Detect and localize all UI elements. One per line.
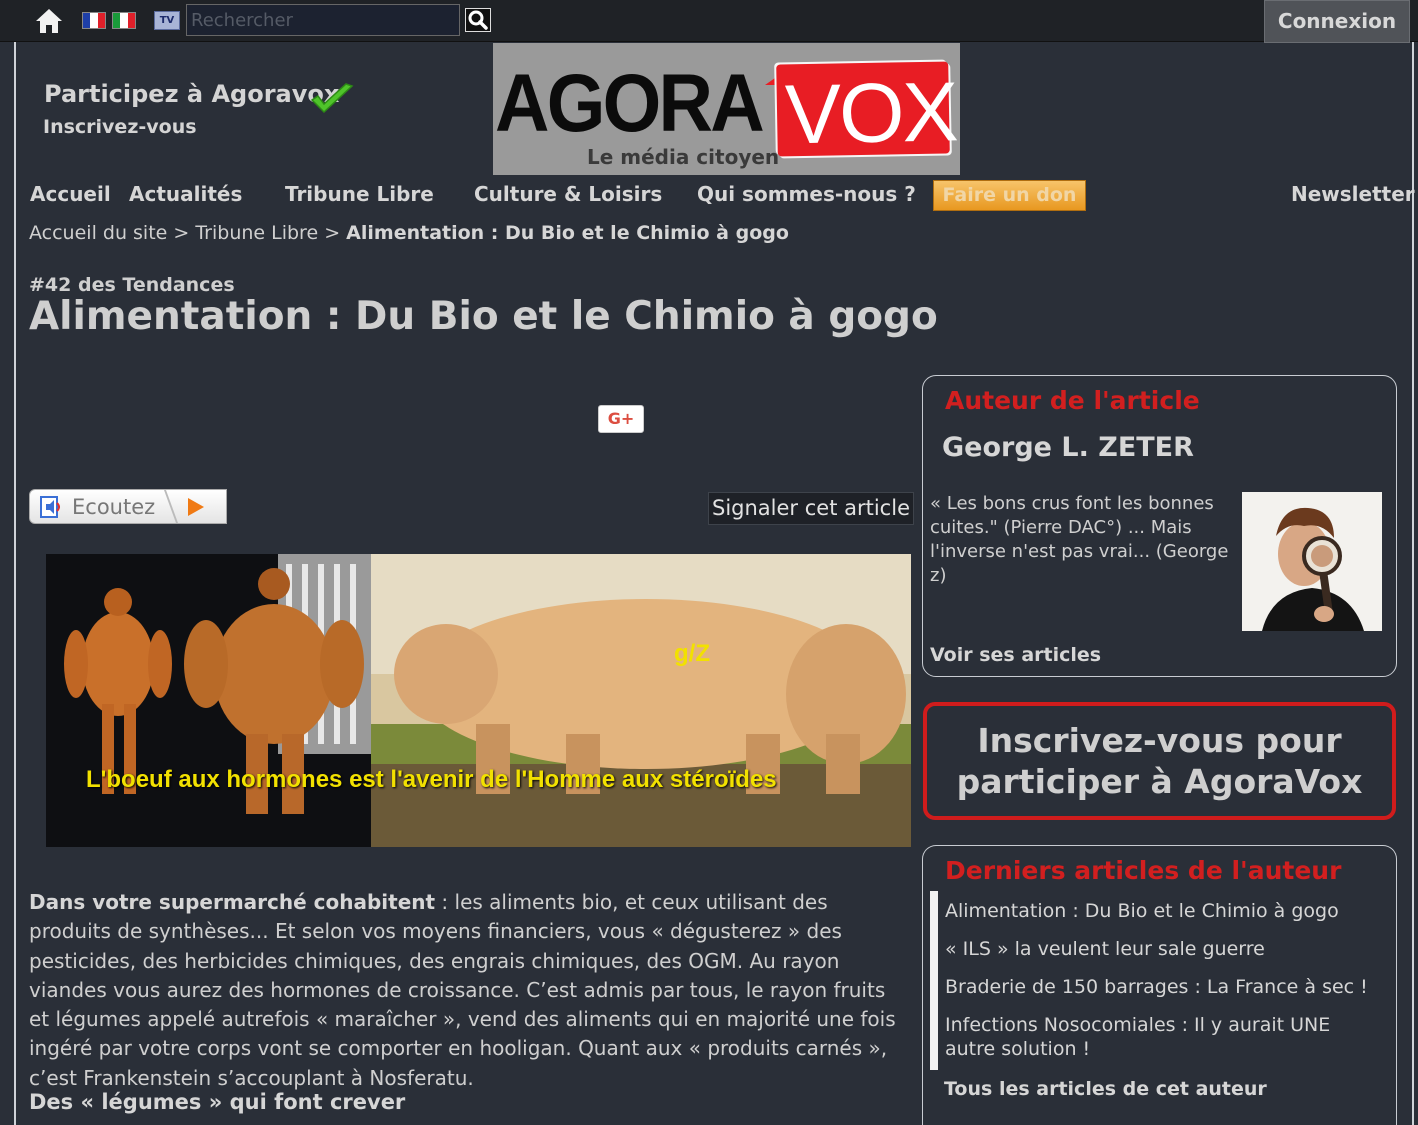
check-icon [310,83,354,114]
latest-articles-accent-bar [930,891,938,1070]
signup-cta-button[interactable]: Inscrivez-vous pour participer à AgoraVo… [923,702,1396,820]
latest-article-link[interactable]: Infections Nosocomiales : Il y aurait UN… [945,1013,1375,1061]
article-image: g/Z L'boeuf aux hormones est l'avenir de… [46,554,911,847]
google-plus-share-button[interactable]: G+ [598,405,644,433]
latest-articles-title: Derniers articles de l'auteur [945,856,1342,885]
flag-it-icon[interactable] [112,12,136,29]
nav-accueil[interactable]: Accueil [30,182,111,206]
search-button[interactable] [465,8,491,32]
listen-separator [163,490,179,523]
image-watermark: g/Z [674,640,710,667]
breadcrumb-separator: > [173,222,190,244]
article-subheading: Des « légumes » qui font crever [29,1090,406,1114]
signup-link[interactable]: Inscrivez-vous [43,116,197,138]
latest-article-link[interactable]: « ILS » la veulent leur sale guerre [945,937,1375,961]
nav-tribune-libre[interactable]: Tribune Libre [285,182,434,206]
latest-article-link[interactable]: Braderie de 150 barrages : La France à s… [945,975,1375,999]
author-photo-image [1242,492,1382,631]
breadcrumb-home[interactable]: Accueil du site [29,222,167,244]
article-lead-text: : les aliments bio, et ceux utilisant de… [29,890,896,1090]
author-name[interactable]: George L. ZETER [942,432,1194,463]
home-icon[interactable] [34,7,64,35]
nav-qui-sommes-nous[interactable]: Qui sommes-nous ? [697,182,916,206]
speaker-icon [40,496,60,518]
participate-link[interactable]: Participez à Agoravox [44,80,339,108]
author-box-title: Auteur de l'article [945,386,1200,415]
search-input[interactable] [186,4,460,36]
author-quote: « Les bons crus font les bonnes cuites."… [930,493,1229,586]
donate-button[interactable]: Faire un don [933,180,1086,211]
top-bar: TV Connexion [0,0,1418,43]
breadcrumb-section[interactable]: Tribune Libre [195,222,318,244]
logo-agora-text: AGORA [495,58,765,149]
nav-culture-loisirs[interactable]: Culture & Loisirs [474,182,662,206]
see-author-articles-link[interactable]: Voir ses articles [930,644,1101,666]
trend-rank: #42 des Tendances [29,274,235,296]
nav-actualites[interactable]: Actualités [129,182,242,206]
flag-fr-icon[interactable] [82,12,106,29]
listen-button[interactable]: Ecoutez [29,489,227,524]
site-logo[interactable]: AGORA VOX Le média citoyen [493,43,960,175]
article-lead-bold: Dans votre supermarché cohabitent [29,890,436,914]
login-button[interactable]: Connexion [1264,0,1410,43]
report-article-button[interactable]: Signaler cet article [708,492,914,525]
breadcrumb-separator: > [324,222,341,244]
tv-icon[interactable]: TV [154,11,180,30]
logo-vox-badge: VOX [776,61,957,161]
nav-newsletter[interactable]: Newsletter [1291,182,1415,206]
listen-label: Ecoutez [72,495,156,519]
breadcrumb: Accueil du site > Tribune Libre > Alimen… [29,222,789,244]
image-caption: L'boeuf aux hormones est l'avenir de l'H… [86,766,777,793]
page-title: Alimentation : Du Bio et le Chimio à gog… [29,294,938,339]
author-photo[interactable] [1242,492,1382,631]
article-lead: Dans votre supermarché cohabitent : les … [29,888,899,1093]
logo-tagline: Le média citoyen [587,145,780,169]
breadcrumb-current: Alimentation : Du Bio et le Chimio à gog… [346,222,789,244]
search-icon [468,10,488,30]
latest-article-link[interactable]: Alimentation : Du Bio et le Chimio à gog… [945,899,1375,923]
play-icon[interactable] [188,498,204,516]
article-image-illustration [46,554,911,847]
all-author-articles-link[interactable]: Tous les articles de cet auteur [944,1078,1267,1100]
logo-vox-text: VOX [784,64,958,162]
